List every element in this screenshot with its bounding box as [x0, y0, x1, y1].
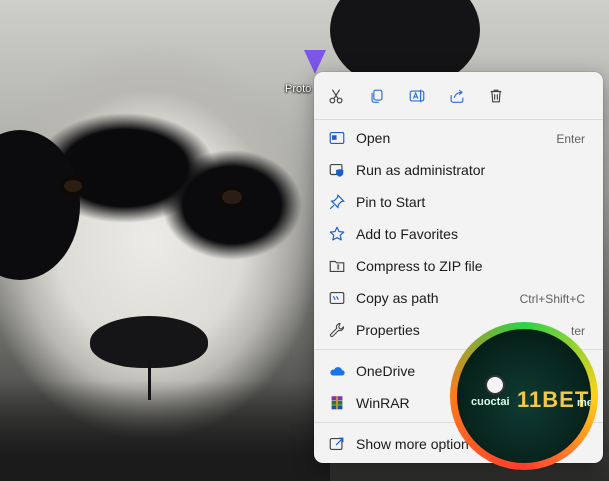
menu-item-add-to-favorites[interactable]: Add to Favorites [318, 219, 599, 249]
menu-item-label: Show more option [356, 436, 469, 452]
scissors-icon [329, 89, 343, 104]
share-icon [450, 89, 464, 103]
panda-fur-shadow [0, 380, 330, 481]
zip-folder-icon [329, 260, 345, 272]
copy-button[interactable] [363, 82, 391, 110]
menu-item-shortcut: Enter [556, 132, 585, 146]
menu-item-shortcut: ter [570, 324, 585, 338]
menu-item-compress-to-zip[interactable]: Compress to ZIP file [318, 251, 599, 281]
promo-badge-left-text: cuoctai [471, 396, 510, 408]
rename-icon [409, 89, 425, 103]
copy-path-icon [329, 292, 345, 304]
menu-item-label: Pin to Start [356, 194, 426, 210]
context-menu-quick-actions [314, 72, 603, 118]
share-button[interactable] [443, 82, 471, 110]
trash-icon [490, 89, 502, 103]
menu-item-label: Add to Favorites [356, 226, 458, 242]
onedrive-cloud-icon [330, 367, 345, 376]
proto-app-icon [304, 50, 326, 74]
copy-icon [371, 89, 383, 103]
rename-button[interactable] [403, 82, 431, 110]
menu-item-label: Open [356, 130, 391, 146]
menu-item-open[interactable]: Open Enter [318, 123, 599, 153]
menu-divider [314, 119, 603, 120]
menu-item-label: Properties [356, 322, 420, 338]
promo-badge-right-text: me [577, 397, 591, 409]
menu-item-label: Run as administrator [356, 162, 486, 178]
menu-item-label: Copy as path [356, 290, 439, 306]
admin-shield-icon [329, 164, 344, 177]
menu-item-label: Compress to ZIP file [356, 258, 483, 274]
panda-eye-left [60, 176, 86, 196]
promo-badge-inner: cuoctai 11BET me [457, 329, 591, 463]
app-window-icon [329, 132, 345, 144]
winrar-icon [331, 396, 343, 410]
cut-button[interactable] [322, 82, 350, 110]
menu-item-shortcut: Ctrl+Shift+C [519, 292, 585, 306]
promo-badge-overlay[interactable]: cuoctai 11BET me [450, 322, 598, 470]
wrench-icon [329, 322, 345, 338]
panda-eye-right [218, 186, 246, 208]
menu-item-run-as-administrator[interactable]: Run as administrator [318, 155, 599, 185]
external-arrow-icon [329, 437, 344, 450]
star-icon [329, 226, 345, 241]
soccer-ball-icon [485, 375, 505, 395]
menu-item-label: WinRAR [356, 395, 410, 411]
menu-item-copy-as-path[interactable]: Copy as path Ctrl+Shift+C [318, 283, 599, 313]
pin-icon [329, 194, 345, 210]
panda-ear-left [0, 130, 80, 280]
desktop-shortcut-label: Proto [285, 83, 312, 95]
delete-button[interactable] [482, 82, 510, 110]
menu-item-pin-to-start[interactable]: Pin to Start [318, 187, 599, 217]
menu-item-label: OneDrive [356, 363, 416, 379]
